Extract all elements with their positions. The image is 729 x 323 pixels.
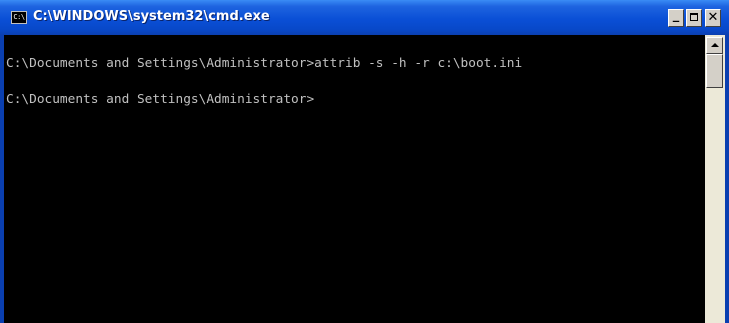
window-frame-right — [725, 35, 729, 323]
title-bar[interactable]: C:\ C:\WINDOWS\system32\cmd.exe _ ✕ — [0, 0, 729, 35]
arrow-up-icon — [711, 43, 719, 47]
vertical-scrollbar[interactable] — [705, 35, 725, 323]
maximize-button[interactable] — [686, 9, 702, 27]
scroll-up-button[interactable] — [706, 37, 723, 54]
console-line: C:\Documents and Settings\Administrator>… — [6, 56, 523, 71]
close-button[interactable]: ✕ — [705, 9, 721, 27]
scroll-thumb[interactable] — [706, 54, 723, 88]
minimize-button[interactable]: _ — [668, 9, 684, 27]
console-output[interactable]: C:\Documents and Settings\Administrator>… — [4, 35, 705, 323]
maximize-icon — [690, 13, 698, 21]
close-icon: ✕ — [707, 10, 719, 25]
console-app-icon[interactable]: C:\ — [11, 11, 27, 24]
minimize-icon: _ — [672, 8, 680, 23]
console-prompt-line: C:\Documents and Settings\Administrator> — [6, 92, 315, 107]
window-title: C:\WINDOWS\system32\cmd.exe — [33, 9, 270, 24]
cmd-window: C:\ C:\WINDOWS\system32\cmd.exe _ ✕ C:\D… — [0, 0, 729, 323]
